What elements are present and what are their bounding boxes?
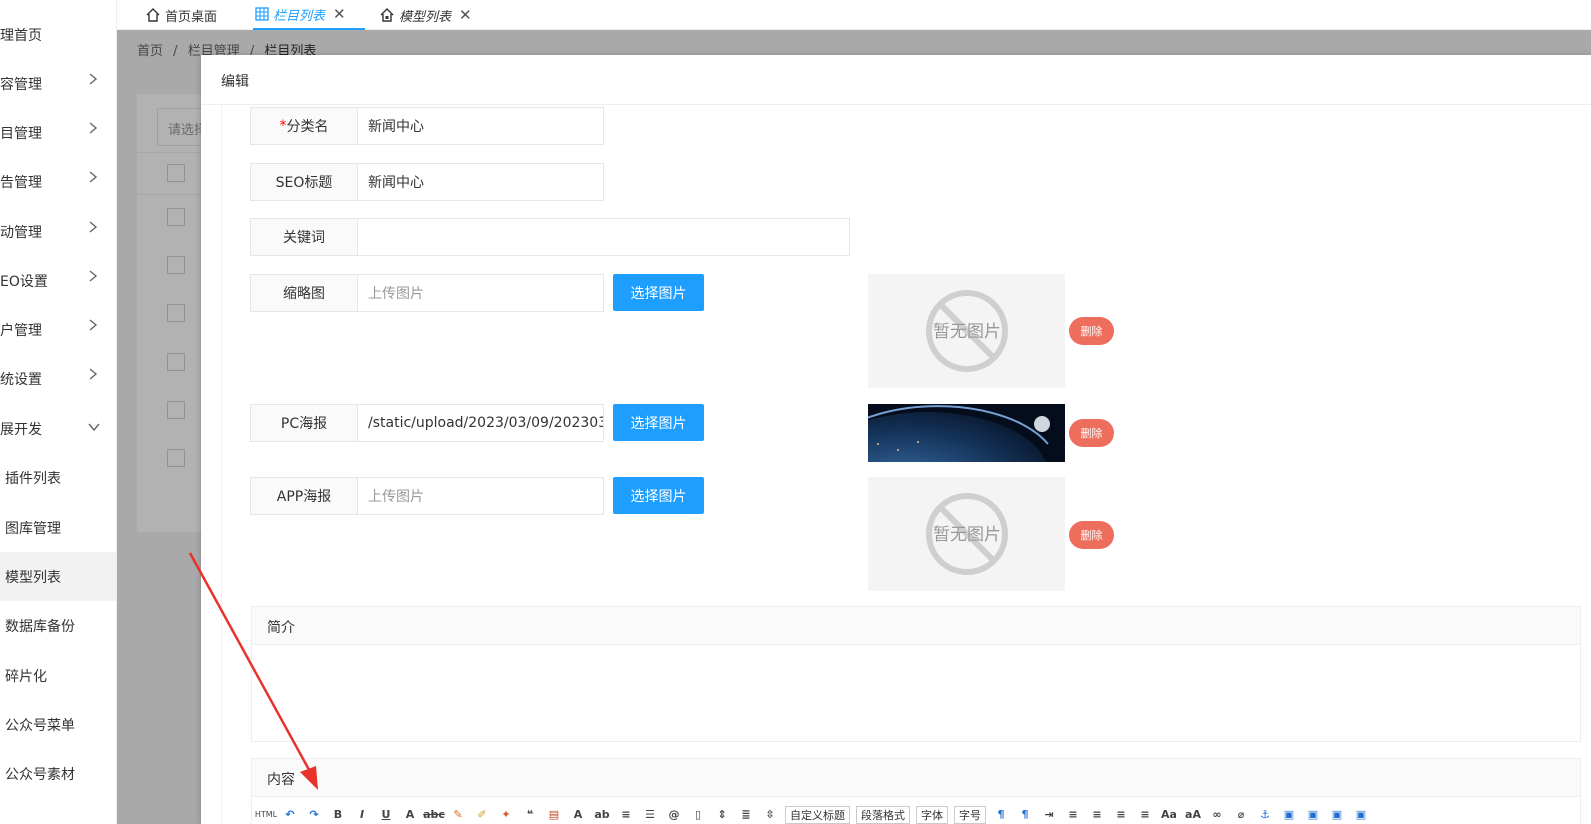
annotation-arrow — [188, 552, 318, 790]
